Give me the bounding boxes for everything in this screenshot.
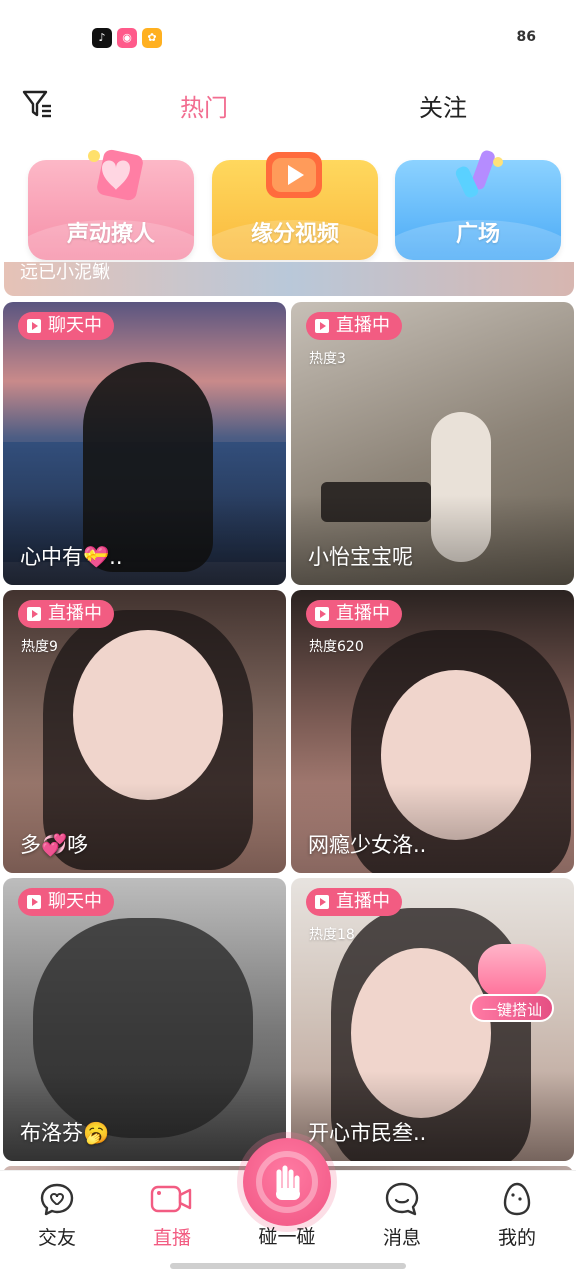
play-video-icon bbox=[266, 152, 322, 198]
streamer-name: 布洛芬🥱 bbox=[20, 1121, 110, 1145]
video-camera-icon bbox=[150, 1185, 192, 1213]
play-icon bbox=[315, 607, 329, 621]
tab-zhibo[interactable]: 直播 bbox=[127, 1181, 217, 1251]
stream-card[interactable]: 聊天中 心中有💝.. bbox=[3, 302, 286, 585]
heat-value: 热度620 bbox=[309, 639, 364, 655]
stream-card[interactable]: 直播中 热度620 网瘾少女洛.. bbox=[291, 590, 574, 873]
status-badge: 直播中 bbox=[306, 312, 402, 340]
status-badge: 直播中 bbox=[18, 600, 114, 628]
battery-level: 86 bbox=[516, 29, 536, 45]
quick-pickup-label: 一键搭讪 bbox=[470, 994, 554, 1022]
tab-wode[interactable]: 我的 bbox=[472, 1181, 562, 1251]
play-icon bbox=[27, 607, 41, 621]
play-icon bbox=[27, 319, 41, 333]
tab-pengyipeng[interactable]: 碰一碰 bbox=[242, 1138, 332, 1248]
status-badge: 直播中 bbox=[306, 888, 402, 916]
fate-video-label: 缘分视频 bbox=[250, 222, 339, 247]
egg-profile-icon bbox=[503, 1182, 531, 1216]
tab-follow[interactable]: 关注 bbox=[419, 88, 467, 123]
stream-card[interactable]: 直播中 热度3 小怡宝宝呢 bbox=[291, 302, 574, 585]
streamer-name: 多💞哆 bbox=[20, 833, 89, 857]
status-bar: ♪ ◉ ✿ 86 bbox=[0, 0, 576, 70]
home-indicator bbox=[170, 1263, 406, 1269]
heart-book-icon bbox=[88, 149, 143, 201]
music-app-icon: ♪ bbox=[92, 28, 112, 48]
streamer-name: 心中有💝.. bbox=[20, 545, 123, 569]
streamer-name: 网瘾少女洛.. bbox=[308, 833, 427, 857]
banner-strip[interactable]: 远已小泥鳅 bbox=[4, 262, 574, 296]
heat-value: 热度9 bbox=[21, 639, 58, 655]
heat-value: 热度18 bbox=[309, 927, 355, 943]
chat-app-icon: ✿ bbox=[142, 28, 162, 48]
megaphone-icon bbox=[455, 150, 503, 198]
status-badge: 聊天中 bbox=[18, 888, 114, 916]
center-touch-button[interactable] bbox=[243, 1138, 331, 1226]
status-badge: 聊天中 bbox=[18, 312, 114, 340]
message-icon bbox=[385, 1182, 419, 1216]
voice-flirt-label: 声动撩人 bbox=[66, 222, 155, 247]
filter-icon[interactable] bbox=[20, 86, 54, 120]
stream-card[interactable]: 直播中 热度9 多💞哆 bbox=[3, 590, 286, 873]
play-icon bbox=[315, 895, 329, 909]
quick-pickup-button[interactable]: 一键搭讪 bbox=[470, 936, 554, 1026]
square-label: 广场 bbox=[455, 222, 500, 247]
hand-gesture-icon bbox=[256, 1151, 318, 1213]
heart-icon bbox=[478, 944, 546, 998]
streamer-name: 小怡宝宝呢 bbox=[308, 545, 413, 569]
video-app-icon: ◉ bbox=[117, 28, 137, 48]
status-badge: 直播中 bbox=[306, 600, 402, 628]
heat-value: 热度3 bbox=[309, 351, 346, 367]
tab-jiaoyou[interactable]: 交友 bbox=[12, 1181, 102, 1251]
play-icon bbox=[315, 319, 329, 333]
tab-xiaoxi[interactable]: 消息 bbox=[357, 1181, 447, 1251]
stream-card[interactable]: 聊天中 布洛芬🥱 bbox=[3, 878, 286, 1161]
banner-text: 远已小泥鳅 bbox=[20, 262, 110, 283]
chat-heart-icon bbox=[40, 1183, 74, 1216]
tab-hot[interactable]: 热门 bbox=[180, 88, 228, 123]
play-icon bbox=[27, 895, 41, 909]
